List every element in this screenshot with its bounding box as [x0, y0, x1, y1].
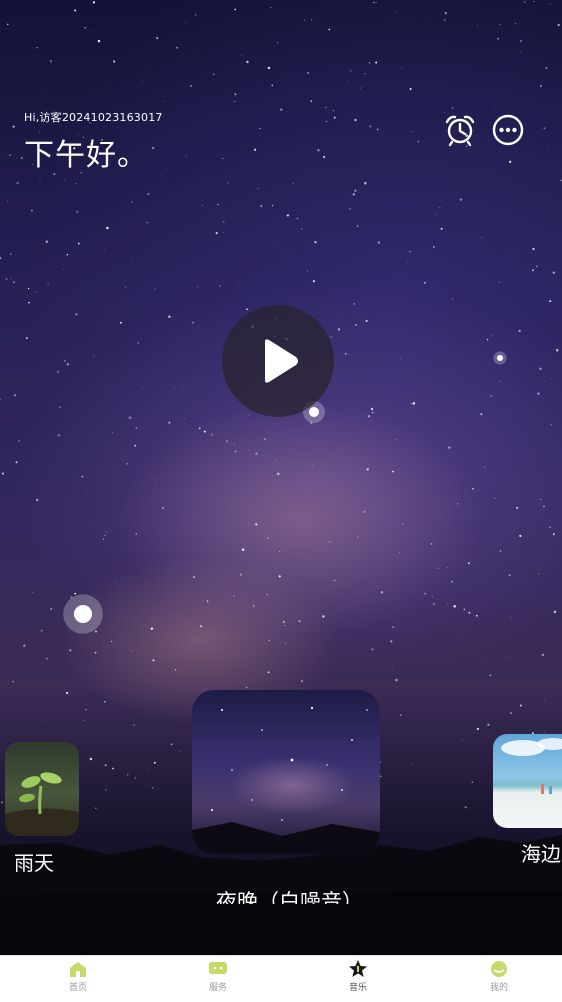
play-button[interactable]: [222, 305, 334, 417]
alarm-clock-icon[interactable]: [443, 113, 477, 147]
night-sky-image: [192, 706, 380, 854]
rain-sprout-image: [5, 772, 79, 836]
scene-label-night: 夜晚（白噪音）: [216, 890, 363, 904]
tab-mine[interactable]: 我的: [469, 960, 529, 993]
scene-card-night[interactable]: [192, 690, 380, 854]
tab-service[interactable]: 服务: [188, 960, 248, 993]
tab-home-label: 首页: [68, 983, 87, 993]
more-icon[interactable]: [491, 113, 525, 147]
scene-card-rain[interactable]: [5, 742, 79, 836]
seaside-image: [501, 738, 562, 794]
visitor-greeting: Hi,访客20241023163017: [24, 111, 163, 124]
tab-mine-label: 我的: [489, 983, 508, 993]
scene-card-seaside[interactable]: [493, 734, 562, 828]
scene-label-seaside: 海边: [521, 842, 561, 866]
tab-home[interactable]: 首页: [48, 960, 108, 993]
profile-icon: [491, 961, 507, 977]
play-icon: [265, 339, 298, 383]
scene-label-rain: 雨天: [14, 851, 54, 875]
chat-icon: [209, 962, 227, 974]
tab-service-label: 服务: [208, 983, 227, 993]
bottom-tab-bar: 首页 服务 音乐 我的: [0, 955, 562, 1002]
home-icon: [70, 962, 86, 977]
tab-music[interactable]: 音乐: [328, 960, 388, 993]
tab-music-label: 音乐: [348, 983, 367, 993]
music-star-icon: [349, 960, 367, 977]
time-greeting: 下午好。: [24, 138, 148, 173]
